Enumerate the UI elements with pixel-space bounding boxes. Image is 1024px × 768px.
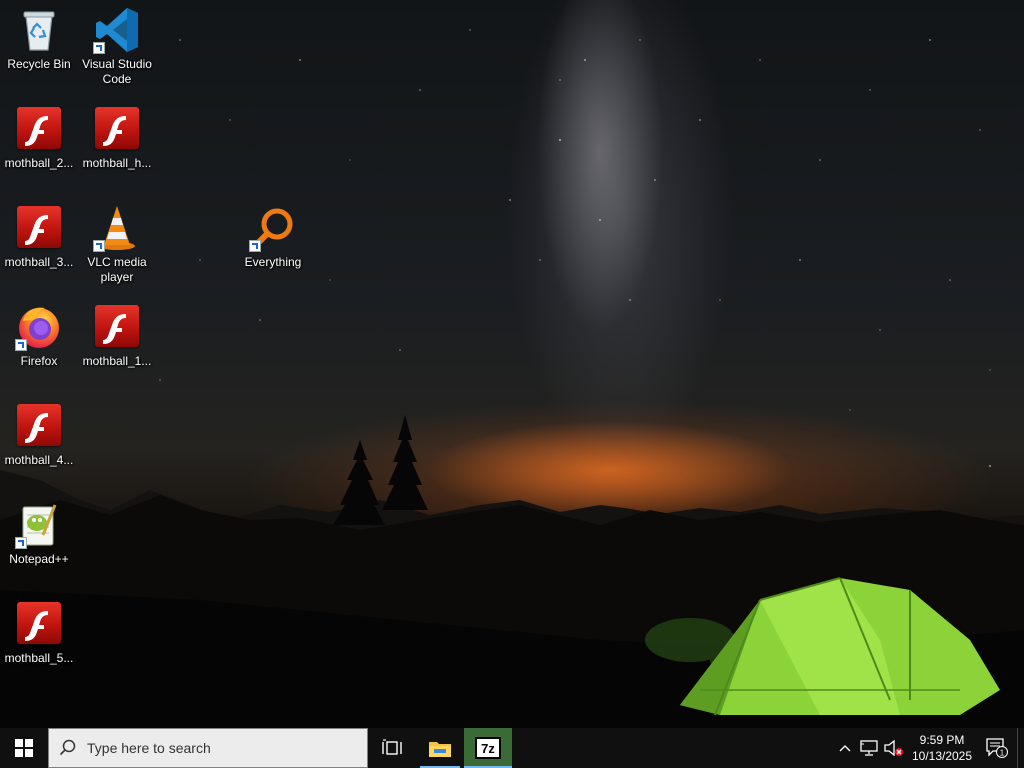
desktop-icon-mothball-1[interactable]: mothball_1... [79, 303, 155, 369]
action-center-button[interactable]: 1 [977, 728, 1017, 768]
desktop-icon-vlc[interactable]: VLC media player [79, 204, 155, 285]
windows-logo-icon [15, 739, 33, 757]
7zip-taskbar-button[interactable]: 7z [464, 728, 512, 768]
search-icon [59, 739, 76, 756]
desktop-icon-label: mothball_3... [4, 255, 74, 269]
task-view-icon [382, 739, 402, 755]
flash-icon [93, 303, 141, 351]
desktop-icon-mothball-4[interactable]: mothball_4... [1, 402, 77, 468]
desktop-icon-label: Visual Studio Code [82, 57, 152, 86]
flash-icon [15, 402, 63, 450]
svg-text:7z: 7z [481, 741, 495, 756]
desktop-icon-label: mothball_h... [82, 156, 152, 170]
notification-icon: 1 [986, 738, 1008, 758]
desktop-icon-firefox[interactable]: Firefox [1, 303, 77, 369]
flash-icon [93, 105, 141, 153]
desktop-icon-label: mothball_2... [4, 156, 74, 170]
start-button[interactable] [0, 728, 48, 768]
shortcut-arrow-icon [15, 537, 27, 549]
shortcut-arrow-icon [93, 240, 105, 252]
desktop-icon-label: mothball_4... [4, 453, 74, 467]
desktop-icon-mothball-2[interactable]: mothball_2... [1, 105, 77, 171]
desktop-icon-label: Firefox [20, 354, 58, 368]
vlc-icon [93, 204, 141, 252]
desktop-icon-vscode[interactable]: Visual Studio Code [79, 6, 155, 87]
volume-muted-icon [884, 740, 903, 756]
shortcut-arrow-icon [249, 240, 261, 252]
network-icon [860, 740, 878, 756]
notepadpp-icon [15, 501, 63, 549]
desktop-icon-label: VLC media player [87, 255, 147, 284]
desktop-icon-mothball-h[interactable]: mothball_h... [79, 105, 155, 171]
clock-date: 10/13/2025 [911, 749, 973, 763]
notification-count: 1 [1000, 749, 1005, 758]
show-hidden-icons-button[interactable] [833, 728, 857, 768]
desktop-icon-recycle-bin[interactable]: Recycle Bin [1, 6, 77, 72]
flash-icon [15, 204, 63, 252]
flash-icon [15, 105, 63, 153]
desktop-icon-label: Everything [244, 255, 302, 269]
desktop-icon-mothball-3[interactable]: mothball_3... [1, 204, 77, 270]
flash-icon [15, 600, 63, 648]
firefox-icon [15, 303, 63, 351]
everything-search-icon [249, 204, 297, 252]
file-explorer-icon [429, 742, 451, 757]
clock-time: 9:59 PM [919, 733, 965, 747]
show-desktop-button[interactable] [1017, 728, 1024, 768]
desktop-icon-notepadpp[interactable]: Notepad++ [1, 501, 77, 567]
desktop-icon-label: Recycle Bin [7, 57, 71, 71]
desktop-icon-mothball-5[interactable]: mothball_5... [1, 600, 77, 666]
desktop-icon-label: mothball_5... [4, 651, 74, 665]
network-status-button[interactable] [857, 728, 881, 768]
desktop-icon-everything[interactable]: Everything [235, 204, 311, 270]
chevron-up-icon [839, 745, 851, 752]
search-placeholder: Type here to search [87, 740, 211, 756]
recycle-bin-icon [15, 6, 63, 54]
volume-button[interactable] [881, 728, 907, 768]
vscode-icon [93, 6, 141, 54]
file-explorer-taskbar-button[interactable] [416, 728, 464, 768]
shortcut-arrow-icon [15, 339, 27, 351]
task-view-button[interactable] [368, 728, 416, 768]
clock[interactable]: 9:59 PM 10/13/2025 [907, 728, 977, 768]
desktop-icon-label: Notepad++ [9, 552, 69, 566]
taskbar: Type here to search 7z 9:59 PM 10/13/202… [0, 728, 1024, 768]
desktop-icon-label: mothball_1... [82, 354, 152, 368]
taskbar-search-box[interactable]: Type here to search [48, 728, 368, 768]
7zip-icon: 7z [475, 737, 501, 759]
shortcut-arrow-icon [93, 42, 105, 54]
system-tray: 9:59 PM 10/13/2025 1 [833, 728, 1024, 768]
